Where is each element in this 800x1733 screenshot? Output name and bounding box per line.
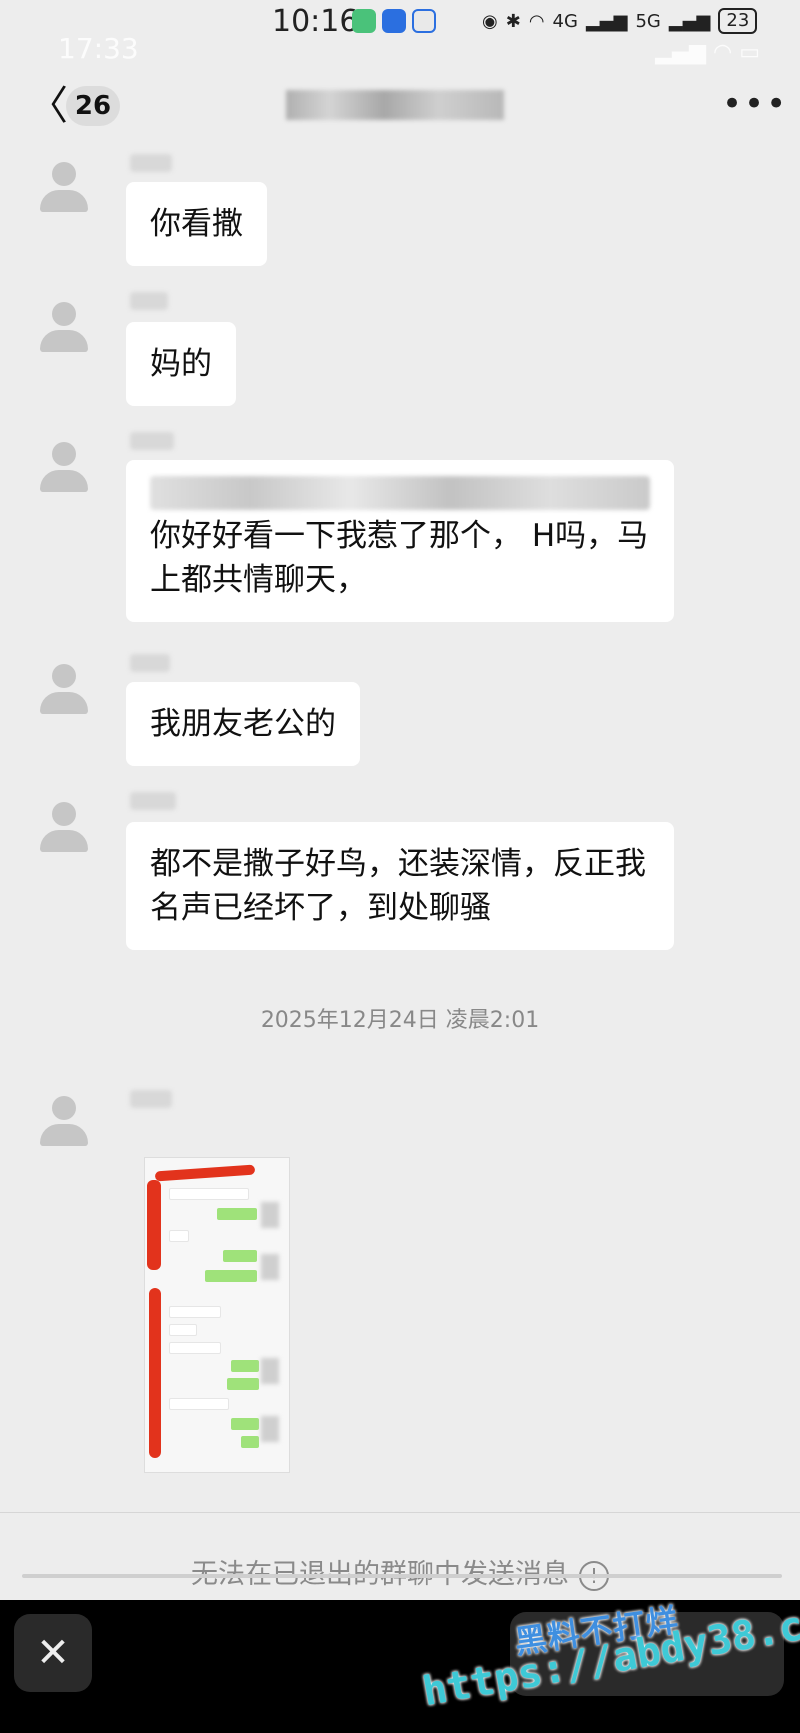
avatar[interactable]	[36, 1094, 92, 1150]
sender-name-redacted	[130, 432, 174, 450]
exited-group-notice: 无法在已退出的群聊中发送消息!	[0, 1552, 800, 1591]
avatar[interactable]	[36, 662, 92, 718]
sender-name-redacted	[130, 154, 172, 172]
wifi-icon: ◠	[528, 10, 545, 32]
message-bubble[interactable]: 妈的	[126, 322, 236, 406]
unread-count-badge[interactable]: 26	[66, 86, 120, 126]
eye-icon: ◉	[482, 10, 498, 32]
message-text: 你好好看一下我惹了那个， H吗，马上都共情聊天，	[150, 518, 649, 598]
inner-status-bar: 17:33 ▂▄▆ ◠ ▭	[0, 30, 800, 70]
redacted-text-line	[150, 476, 650, 510]
signal-icon: ▂▄▆	[668, 10, 711, 32]
message-timestamp: 2025年12月24日 凌晨2:01	[260, 1008, 540, 1033]
chat-header: 〈 26 •••	[0, 80, 800, 132]
inner-signal-icons: ▂▄▆ ◠ ▭	[655, 40, 760, 65]
sender-name-redacted	[130, 1090, 172, 1108]
message-bubble[interactable]: 你好好看一下我惹了那个， H吗，马上都共情聊天，	[126, 460, 674, 622]
back-chevron-icon[interactable]: 〈	[28, 86, 68, 126]
message-bubble[interactable]: 你看撒	[126, 182, 267, 266]
message-text: 你看撒	[150, 206, 243, 242]
sender-name-redacted	[130, 792, 176, 810]
message-text: 我朋友老公的	[150, 706, 336, 742]
bluetooth-icon: ✱	[505, 10, 521, 32]
more-options-icon[interactable]: •••	[722, 84, 788, 124]
scrollbar[interactable]	[22, 1574, 782, 1578]
avatar[interactable]	[36, 300, 92, 356]
avatar[interactable]	[36, 160, 92, 216]
sender-name-redacted	[130, 654, 170, 672]
sender-name-redacted	[130, 292, 168, 310]
message-text: 都不是撒子好鸟，还装深情，反正我名声已经坏了，到处聊骚	[150, 846, 646, 926]
shared-screenshot-image[interactable]	[144, 1157, 290, 1473]
inner-status-time: 17:33	[58, 32, 139, 65]
message-text: 妈的	[150, 346, 212, 382]
divider	[0, 1512, 800, 1513]
message-bubble[interactable]: 都不是撒子好鸟，还装深情，反正我名声已经坏了，到处聊骚	[126, 822, 674, 950]
network-4g-label: 4G	[552, 10, 578, 32]
avatar[interactable]	[36, 440, 92, 496]
network-5g-label: 5G	[635, 10, 661, 32]
signal-icon: ▂▄▆	[585, 10, 628, 32]
close-button[interactable]: ✕	[14, 1614, 92, 1692]
chat-title-redacted	[286, 90, 504, 120]
avatar[interactable]	[36, 800, 92, 856]
message-bubble[interactable]: 我朋友老公的	[126, 682, 360, 766]
